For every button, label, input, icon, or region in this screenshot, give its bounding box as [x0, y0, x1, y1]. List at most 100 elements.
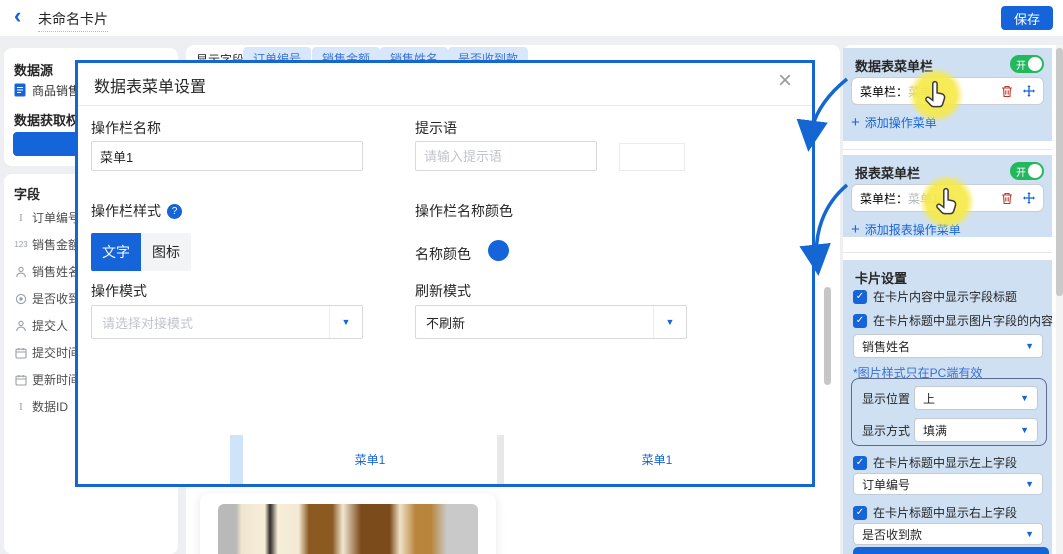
table-menu-title: 数据表菜单栏	[855, 56, 933, 75]
report-menu-toggle[interactable]: 开	[1010, 162, 1044, 180]
trash-icon[interactable]	[1001, 85, 1013, 98]
top-left-field-select[interactable]: 订单编号 ▼	[853, 473, 1043, 495]
text-field-icon: I	[10, 401, 32, 413]
caret-down-icon: ▼	[1020, 425, 1029, 435]
position-select[interactable]: 上 ▼	[914, 386, 1038, 410]
fit-select[interactable]: 填满 ▼	[914, 418, 1038, 442]
number-field-icon: 123	[10, 240, 32, 249]
checkbox-label: 在卡片标题中显示右上字段	[873, 504, 1017, 521]
menu-preview-button[interactable]: 菜单1	[504, 435, 810, 484]
back-icon[interactable]: ‹	[14, 3, 21, 29]
checkbox-show-image-field[interactable]: ✓ 在卡片标题中显示图片字段的内容	[853, 312, 1053, 329]
table-menu-row[interactable]: 菜单栏：菜单1	[851, 77, 1044, 105]
menu-name-input[interactable]	[91, 141, 363, 171]
radio-icon	[10, 293, 32, 305]
section-divider	[843, 149, 1052, 150]
select-value: 填满	[923, 422, 947, 439]
field-label: 提交人	[32, 317, 68, 334]
report-menu-section: 报表菜单栏 开 菜单栏：菜单1 + 添加报表操作菜单	[843, 155, 1052, 237]
tip-input[interactable]	[415, 141, 597, 171]
mode-label: 操作模式	[91, 281, 147, 301]
color-swatch[interactable]	[488, 240, 509, 261]
name-color-section-label: 操作栏名称颜色	[415, 201, 513, 221]
fit-label: 显示方式	[862, 422, 910, 439]
top-right-field-select[interactable]: 是否收到款 ▼	[853, 523, 1043, 545]
name-color-label: 名称颜色	[415, 244, 471, 264]
menu-preview-separator	[497, 435, 504, 484]
select-value: 销售姓名	[862, 338, 910, 355]
report-menu-title: 报表菜单栏	[855, 163, 920, 182]
toggle-knob	[1028, 164, 1042, 178]
document-icon	[14, 83, 26, 97]
person-icon	[10, 320, 32, 332]
canvas-scrollbar-thumb[interactable]	[824, 287, 831, 385]
checkbox-icon: ✓	[853, 314, 867, 328]
table-menu-section: 数据表菜单栏 开 菜单栏：菜单1 + 添加操作菜单	[843, 48, 1052, 141]
save-button[interactable]: 保存	[1001, 6, 1053, 30]
checkbox-label: 在卡片标题中显示左上字段	[873, 454, 1017, 471]
field-label: 订单编号	[32, 209, 80, 226]
move-icon[interactable]	[1023, 85, 1035, 97]
mode-select[interactable]: 请选择对接模式 ▼	[91, 305, 363, 339]
checkbox-icon: ✓	[853, 506, 867, 520]
data-card	[200, 493, 496, 554]
settings-panel: 数据表菜单栏 开 菜单栏：菜单1 + 添加操作菜单 报表菜单栏 开	[843, 45, 1063, 554]
caret-down-icon: ▼	[1025, 341, 1034, 351]
extra-input[interactable]	[619, 143, 685, 171]
menu-settings-modal: 数据表菜单设置 × 操作栏名称 提示语 操作栏样式 ? 文字 图标 操作栏名称颜…	[75, 60, 815, 487]
field-label: 数据ID	[32, 398, 68, 415]
add-table-menu-link[interactable]: + 添加操作菜单	[851, 114, 937, 131]
menu-preview-button[interactable]: 菜单1	[243, 435, 497, 484]
calendar-icon	[10, 347, 32, 359]
image-style-group: 显示位置 上 ▼ 显示方式 填满 ▼	[851, 378, 1047, 446]
checkbox-icon: ✓	[853, 290, 867, 304]
trash-icon[interactable]	[1001, 192, 1013, 205]
section-divider	[843, 252, 1052, 253]
caret-down-icon: ▼	[1020, 393, 1029, 403]
card-photo	[218, 504, 478, 554]
checkbox-label: 在卡片内容中显示字段标题	[873, 288, 1017, 305]
checkbox-show-field-titles[interactable]: ✓ 在卡片内容中显示字段标题	[853, 288, 1017, 305]
card-builder-app: ‹ 未命名卡片 保存 数据源 商品销售 数据获取权限 字段 I 订单编号 123…	[0, 0, 1063, 554]
person-icon	[10, 266, 32, 278]
menu-row-value: 菜单1	[908, 83, 939, 100]
image-field-select[interactable]: 销售姓名 ▼	[853, 334, 1043, 358]
datasource-item-label: 商品销售	[32, 82, 80, 99]
datasource-title: 数据源	[14, 60, 53, 79]
move-icon[interactable]	[1023, 192, 1035, 204]
settings-scrollbar-thumb[interactable]	[1056, 48, 1063, 296]
checkbox-label: 在卡片标题中显示图片字段的内容	[873, 312, 1053, 329]
select-value: 不刷新	[416, 313, 465, 332]
position-label: 显示位置	[862, 390, 910, 407]
checkbox-top-left-field[interactable]: ✓ 在卡片标题中显示左上字段	[853, 454, 1017, 471]
select-value: 订单编号	[862, 476, 910, 493]
menu-name-label: 操作栏名称	[91, 118, 161, 138]
bar-style-label: 操作栏样式 ?	[91, 201, 182, 221]
report-menu-row[interactable]: 菜单栏：菜单1	[851, 184, 1044, 212]
close-icon[interactable]: ×	[778, 67, 792, 95]
refresh-select[interactable]: 不刷新 ▼	[415, 305, 687, 339]
fields-title: 字段	[14, 184, 40, 203]
menu-preview-strip	[230, 435, 243, 484]
select-value: 是否收到款	[862, 526, 922, 543]
toggle-knob	[1028, 57, 1042, 71]
menu-row-label: 菜单栏：	[860, 190, 908, 207]
field-label: 销售金额	[32, 236, 80, 253]
add-report-menu-link[interactable]: + 添加报表操作菜单	[851, 221, 961, 238]
checkbox-top-right-field[interactable]: ✓ 在卡片标题中显示右上字段	[853, 504, 1017, 521]
settings-scrollbar-track[interactable]	[1056, 45, 1063, 554]
clipped-blue-button[interactable]	[853, 547, 1049, 554]
plus-icon: +	[851, 115, 860, 130]
help-icon[interactable]: ?	[167, 204, 182, 219]
select-placeholder: 请选择对接模式	[92, 313, 193, 332]
menu-row-value: 菜单1	[908, 190, 939, 207]
refresh-label: 刷新模式	[415, 281, 471, 301]
style-option-icon[interactable]: 图标	[141, 233, 191, 271]
caret-down-icon: ▼	[1025, 529, 1034, 539]
style-option-text[interactable]: 文字	[91, 233, 141, 271]
page-title: 未命名卡片	[38, 9, 108, 32]
card-settings-section: 卡片设置 ✓ 在卡片内容中显示字段标题 ✓ 在卡片标题中显示图片字段的内容 销售…	[843, 260, 1052, 554]
table-menu-toggle[interactable]: 开	[1010, 55, 1044, 73]
plus-icon: +	[851, 222, 860, 237]
field-label: 更新时间	[32, 371, 80, 388]
